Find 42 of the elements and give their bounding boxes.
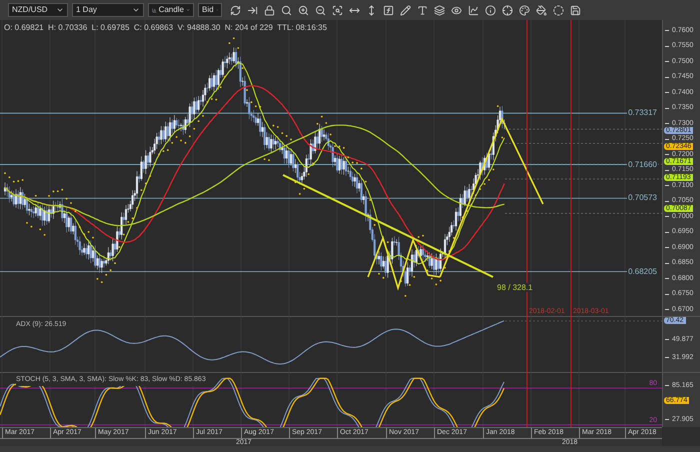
chevron-down-icon [56,6,64,14]
level-label: 0.70573 [627,193,658,204]
zigzag-pattern-drawing[interactable] [367,117,544,291]
event-marker-line[interactable] [526,317,528,373]
crosshair-icon[interactable] [502,4,513,16]
dropdown-field[interactable]: 1 Day [72,3,144,17]
event-marker-line[interactable] [526,373,528,427]
eye-icon[interactable] [451,4,462,16]
level-label: 0.73317 [627,108,658,118]
info-icon[interactable] [485,4,496,16]
save-icon[interactable] [570,4,581,16]
level-label: 0.71660 [627,160,658,170]
level-label: 0.68205 [627,266,658,277]
layers-icon[interactable] [434,4,445,16]
ohlc-info-text: O: 0.69821 H: 0.70336 L: 0.69785 C: 0.69863 V: 94888.30 N: 204 of 229 TTL: 08:16:35 [4,22,327,34]
chart-line-icon[interactable] [468,4,479,16]
event-marker-line[interactable] [570,317,572,373]
chevron-down-icon [132,6,140,14]
zoom-area-icon[interactable] [332,4,343,16]
level-line[interactable] [0,198,628,199]
refresh-icon[interactable] [230,4,241,16]
zoom-out-icon[interactable] [315,4,326,16]
circle-icon[interactable] [553,4,564,16]
level-line[interactable] [0,271,628,272]
event-marker-line[interactable] [526,20,528,317]
trend-line[interactable] [282,174,494,278]
palette-icon[interactable] [519,4,530,16]
dropdown-field[interactable]: Bid [198,3,222,17]
pencil-icon[interactable] [400,4,411,16]
search-icon[interactable] [281,4,292,16]
arrow-to-line-icon[interactable] [247,4,258,16]
vertical-arrows-icon[interactable] [366,4,377,16]
dropdown-field[interactable]: Candle [148,3,194,17]
text-icon[interactable] [417,4,428,16]
function-icon[interactable] [383,4,394,16]
dropdown-field[interactable]: NZD/USD [8,3,68,17]
lock-icon[interactable] [264,4,275,16]
paint-bucket-icon[interactable] [536,4,547,16]
annotation-label: 98 / 328.1 [496,283,534,292]
event-marker-line[interactable] [570,20,572,317]
event-marker-line[interactable] [570,373,572,427]
zoom-in-icon[interactable] [298,4,309,16]
